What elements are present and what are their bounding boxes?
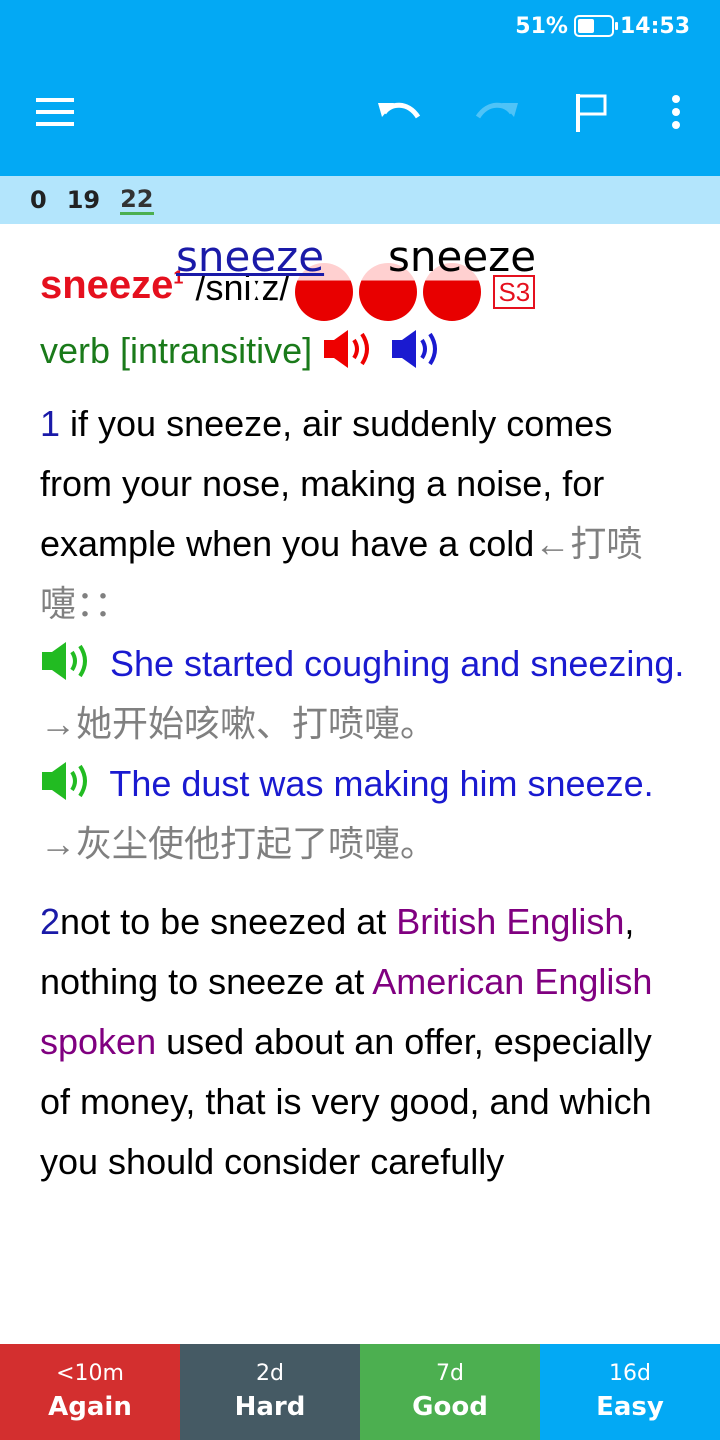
- example-sentence: She started coughing and sneezing.: [100, 643, 685, 684]
- easy-button[interactable]: 16d Easy: [540, 1344, 720, 1440]
- part-of-speech: verb [intransitive]: [40, 330, 313, 371]
- learning-count: 19: [66, 186, 101, 214]
- hard-button[interactable]: 2d Hard: [180, 1344, 360, 1440]
- sense-1: 1 if you sneeze, air suddenly comes from…: [40, 403, 642, 624]
- battery-icon: [573, 15, 618, 37]
- region-label: British English: [396, 901, 625, 942]
- speaker-british-icon[interactable]: [322, 328, 380, 375]
- new-count: 0: [30, 186, 47, 214]
- example-sentence: The dust was making him sneeze.: [100, 763, 654, 804]
- answer-buttons: <10m Again 2d Hard 7d Good 16d Easy: [0, 1344, 720, 1440]
- example-speaker-icon: [42, 642, 87, 680]
- word-link[interactable]: sneeze: [176, 232, 324, 281]
- example-translation: →灰尘使他打起了喷嚏。: [40, 823, 437, 864]
- part-of-speech-row: verb [intransitive]: [40, 324, 448, 378]
- undo-icon[interactable]: [370, 82, 430, 142]
- example-speaker-icon: [42, 762, 87, 800]
- review-count: 22: [120, 184, 154, 215]
- definition-text: if you sneeze, air suddenly comes from y…: [40, 403, 613, 564]
- hamburger-menu-icon[interactable]: [26, 82, 86, 142]
- flag-icon[interactable]: [562, 82, 622, 142]
- good-button[interactable]: 7d Good: [360, 1344, 540, 1440]
- sense-number: 1: [40, 403, 61, 444]
- battery-percent: 51%: [515, 13, 568, 39]
- redo-icon[interactable]: [466, 82, 526, 142]
- sense-2: 2not to be sneezed at British English, n…: [40, 901, 653, 1182]
- word-plain: sneeze: [388, 232, 537, 281]
- card-content[interactable]: sneeze1 /sniːz/ S3 sneeze sneeze verb [i…: [0, 224, 720, 1344]
- status-bar: 51% 14:53: [515, 12, 690, 40]
- app-bar: 51% 14:53: [0, 0, 720, 176]
- speaker-american-icon[interactable]: [390, 328, 448, 375]
- example-translation: →她开始咳嗽、打喷嚏。: [40, 703, 437, 744]
- example-row[interactable]: She started coughing and sneezing.: [40, 634, 690, 694]
- more-vert-icon[interactable]: [646, 82, 706, 142]
- definition-body: 1 if you sneeze, air suddenly comes from…: [40, 394, 690, 1192]
- example-row[interactable]: The dust was making him sneeze.: [40, 754, 690, 814]
- word-header: sneeze sneeze: [0, 232, 720, 284]
- sense-number: 2: [40, 901, 61, 942]
- clock: 14:53: [619, 13, 690, 39]
- card-counts: 0 19 22: [0, 176, 720, 224]
- again-button[interactable]: <10m Again: [0, 1344, 180, 1440]
